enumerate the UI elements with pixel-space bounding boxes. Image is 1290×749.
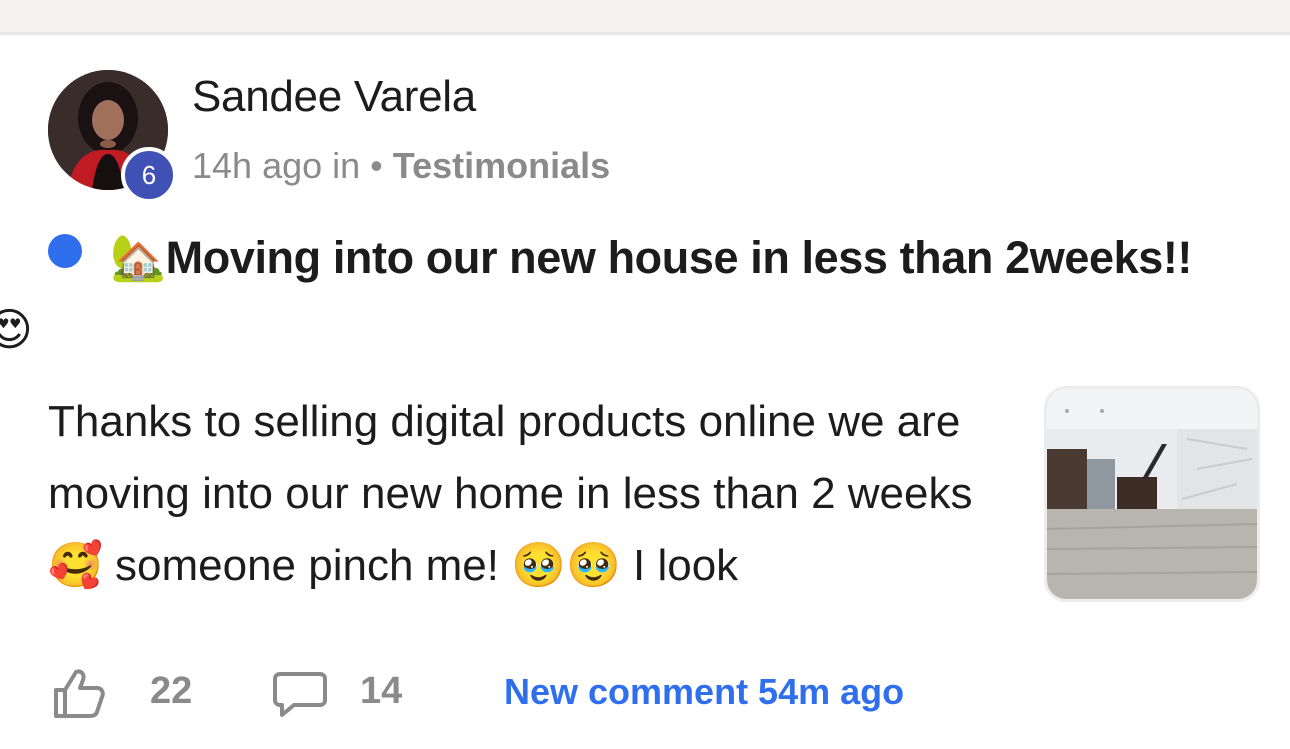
post-meta: 14h ago in • Testimonials: [192, 145, 610, 187]
category-link[interactable]: Testimonials: [393, 145, 610, 186]
author-name[interactable]: Sandee Varela: [192, 72, 476, 122]
post-title-text[interactable]: Moving into our new house in less than 2…: [166, 232, 1193, 283]
top-divider-strip: [0, 0, 1290, 35]
author-avatar-group[interactable]: 6: [48, 70, 177, 203]
post-footer: 22 14 New comment 54m ago: [48, 662, 1248, 722]
new-comment-link[interactable]: New comment 54m ago: [504, 671, 904, 713]
post-title[interactable]: 🏡Moving into our new house in less than …: [0, 222, 1248, 366]
member-level-badge: 6: [121, 147, 177, 203]
thumbs-up-icon[interactable]: [52, 666, 106, 720]
meta-separator: •: [370, 145, 383, 186]
like-count: 22: [150, 670, 193, 712]
post-body-preview[interactable]: Thanks to selling digital products onlin…: [48, 386, 1008, 602]
comment-bubble-icon[interactable]: [272, 670, 328, 718]
comment-count: 14: [360, 670, 403, 712]
heart-eyes-emoji: 😍: [0, 304, 33, 355]
house-emoji: 🏡: [110, 232, 166, 283]
post-time: 14h ago in: [192, 145, 361, 186]
post-thumbnail[interactable]: [1044, 386, 1260, 602]
